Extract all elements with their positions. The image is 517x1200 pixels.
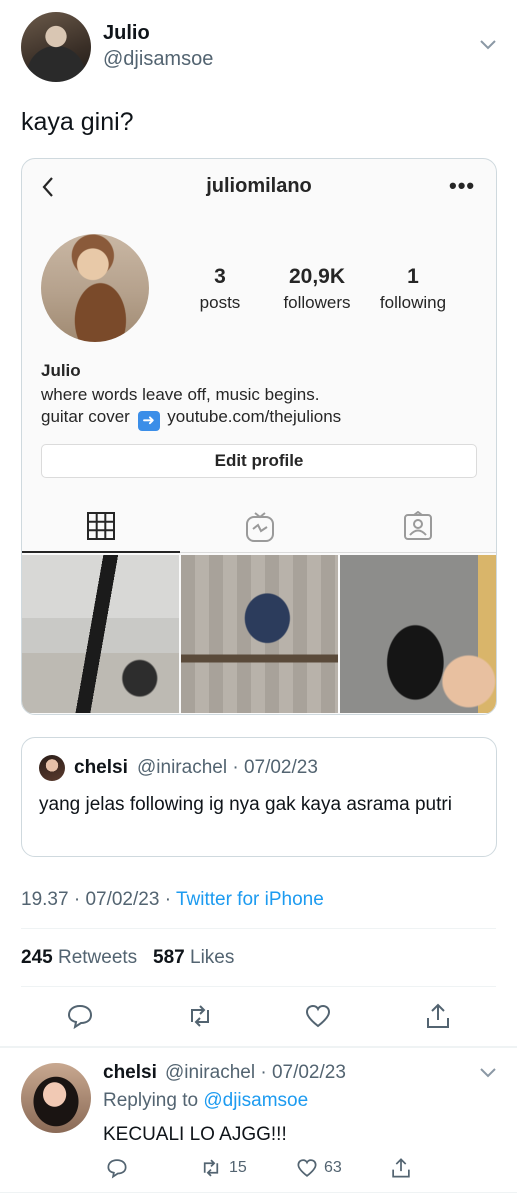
chevron-down-icon[interactable] <box>478 1066 498 1080</box>
reply-handle[interactable]: @inirachel <box>165 1062 255 1083</box>
grid-icon <box>87 512 115 540</box>
chevron-down-icon[interactable] <box>478 38 498 52</box>
retweets-label[interactable]: Retweets <box>58 947 137 968</box>
retweet-icon[interactable] <box>186 1002 214 1030</box>
instagram-screenshot-card[interactable]: juliomilano ••• 3 posts 20,9K followers … <box>21 158 497 715</box>
ig-profile-avatar <box>41 234 149 342</box>
reply-avatar[interactable] <box>21 1063 91 1133</box>
ig-posts-label: posts <box>199 293 241 312</box>
replying-to: Replying to @djisamsoe <box>103 1090 308 1112</box>
reply-reply-action[interactable] <box>106 1156 128 1180</box>
reply-icon[interactable] <box>106 1157 128 1179</box>
thread-divider <box>0 1046 517 1048</box>
quote-date: 07/02/23 <box>243 757 318 778</box>
reply-meta: @inirachel · 07/02/23 <box>165 1062 346 1084</box>
tweet-timestamp: 19.37 · 07/02/23 · Twitter for iPhone <box>21 889 324 911</box>
likes-count[interactable]: 587 <box>153 947 185 968</box>
tagged-icon <box>404 511 432 540</box>
ig-photo-sitting-bench <box>181 555 338 713</box>
ig-username: juliomilano <box>206 175 312 197</box>
reply-share-action[interactable] <box>390 1156 412 1180</box>
ig-followers-count: 20,9K <box>288 265 346 288</box>
ig-followers-stat: 20,9K followers <box>272 265 362 313</box>
tweet-date[interactable]: 07/02/23 <box>85 889 159 910</box>
share-icon[interactable] <box>390 1157 412 1179</box>
ig-photo-helmet <box>340 555 496 713</box>
right-arrow-emoji-icon: ➜ <box>137 411 160 431</box>
author-avatar[interactable] <box>21 12 91 82</box>
likes-label[interactable]: Likes <box>190 947 234 968</box>
divider <box>21 928 496 929</box>
reply-like-count: 63 <box>324 1159 342 1176</box>
ig-following-count: 1 <box>407 265 419 288</box>
ig-photo-bass-guitar <box>22 555 179 713</box>
share-icon[interactable] <box>424 1002 452 1030</box>
engagement-counts: 245 Retweets 587 Likes <box>21 947 234 969</box>
like-icon[interactable] <box>296 1157 318 1179</box>
ig-posts-stat: 3 posts <box>190 265 250 313</box>
quote-author-name: chelsi <box>74 757 128 778</box>
ig-bio-prefix: guitar cover <box>41 407 130 426</box>
quote-text: yang jelas following ig nya gak kaya asr… <box>39 794 452 815</box>
reply-retweet-count: 15 <box>229 1159 247 1176</box>
ig-followers-label: followers <box>283 293 351 312</box>
divider <box>21 986 496 987</box>
more-icon: ••• <box>449 173 476 198</box>
quote-avatar <box>39 755 65 781</box>
ig-following-stat: 1 following <box>372 265 454 313</box>
like-icon[interactable] <box>304 1002 332 1030</box>
retweet-icon[interactable] <box>199 1157 223 1179</box>
ig-active-tab-indicator <box>22 551 180 553</box>
ig-bio-link: youtube.com/thejulions <box>167 407 342 426</box>
reply-separator: · <box>260 1062 267 1083</box>
reply-date[interactable]: 07/02/23 <box>272 1062 346 1083</box>
ig-bio-line2: guitar cover ➜ youtube.com/thejulions <box>41 407 341 431</box>
meta-separator: · <box>164 889 172 910</box>
quote-meta: @inirachel · 07/02/23 <box>137 757 318 779</box>
ig-bio-line1: where words leave off, music begins. <box>41 385 320 404</box>
retweets-count[interactable]: 245 <box>21 947 53 968</box>
reply-icon[interactable] <box>66 1002 94 1030</box>
meta-separator: · <box>73 889 81 910</box>
quote-separator: · <box>232 757 239 778</box>
tweet-time: 19.37 <box>21 889 69 910</box>
bottom-divider <box>0 1192 517 1193</box>
replying-to-handle[interactable]: @djisamsoe <box>203 1090 308 1111</box>
author-handle[interactable]: @djisamsoe <box>103 48 213 71</box>
tweet-source-link[interactable]: Twitter for iPhone <box>176 889 324 910</box>
tweet-text: kaya gini? <box>21 108 134 136</box>
author-name[interactable]: Julio <box>103 22 150 45</box>
ig-edit-profile-button: Edit profile <box>41 444 477 478</box>
igtv-icon <box>246 512 274 542</box>
reply-retweet-action[interactable]: 15 <box>199 1156 247 1180</box>
quote-handle: @inirachel <box>137 757 228 778</box>
reply-text: KECUALI LO AJGG!!! <box>103 1124 287 1145</box>
ig-bio-name: Julio <box>41 361 81 380</box>
quote-tweet[interactable]: chelsi @inirachel · 07/02/23 yang jelas … <box>21 737 497 857</box>
ig-following-label: following <box>379 293 447 312</box>
reply-author-name[interactable]: chelsi <box>103 1062 157 1084</box>
reply-like-action[interactable]: 63 <box>296 1156 342 1180</box>
replying-to-prefix: Replying to <box>103 1090 199 1111</box>
ig-posts-count: 3 <box>214 265 226 288</box>
